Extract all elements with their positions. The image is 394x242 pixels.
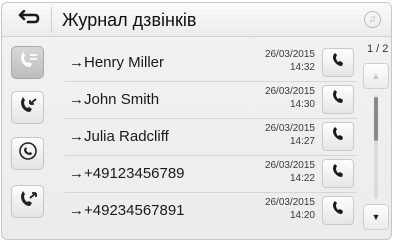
- call-list-item[interactable]: →+49123456789 26/03/2015 14:22: [65, 155, 357, 192]
- call-list-item[interactable]: →Julia Radcliff 26/03/2015 14:27: [65, 118, 357, 155]
- missed-call-icon: [18, 141, 38, 166]
- call-datetime: 26/03/2015 14:22: [264, 160, 315, 184]
- scroll-down-button[interactable]: ▼: [363, 204, 389, 230]
- filter-received-calls-button[interactable]: [11, 91, 44, 124]
- phone-icon: [332, 201, 344, 220]
- triangle-up-icon: ▲: [371, 71, 381, 81]
- call-list: →Henry Miller 26/03/2015 14:32 →John Smi…: [65, 44, 357, 234]
- call-button[interactable]: [322, 85, 354, 114]
- call-list-item[interactable]: →Henry Miller 26/03/2015 14:32: [65, 44, 357, 81]
- phone-icon: [332, 90, 344, 109]
- filter-dialed-calls-button[interactable]: [11, 185, 44, 218]
- caller-name: →Julia Radcliff: [69, 128, 169, 145]
- row-divider: [65, 155, 357, 156]
- scrollbar-thumb[interactable]: [374, 97, 378, 141]
- all-calls-icon: [18, 51, 38, 74]
- caller-name: →+49123456789: [69, 165, 185, 182]
- call-datetime: 26/03/2015 14:27: [264, 123, 315, 147]
- call-datetime: 26/03/2015 14:20: [264, 197, 315, 221]
- page-indicator: 1 / 2: [367, 43, 389, 55]
- row-divider: [65, 192, 357, 193]
- incoming-call-icon: [18, 96, 38, 119]
- filter-all-calls-button[interactable]: [11, 46, 44, 79]
- back-button[interactable]: [6, 7, 52, 33]
- phone-icon: [332, 53, 344, 72]
- scroll-up-button[interactable]: ▲: [363, 63, 389, 89]
- call-button[interactable]: [322, 159, 354, 188]
- header-bar: Журнал дзвінків ♫: [2, 3, 391, 37]
- call-list-item[interactable]: →John Smith 26/03/2015 14:30: [65, 81, 357, 118]
- call-datetime: 26/03/2015 14:32: [264, 49, 315, 73]
- page-title: Журнал дзвінків: [62, 10, 197, 30]
- call-button[interactable]: [322, 48, 354, 77]
- call-button[interactable]: [322, 196, 354, 225]
- triangle-down-icon: ▼: [371, 212, 381, 222]
- caller-name: →+49234567891: [69, 202, 185, 219]
- call-list-item[interactable]: →+49234567891 26/03/2015 14:20: [65, 192, 357, 229]
- call-log-screen: Журнал дзвінків ♫ →Henry Miller 26/03/20…: [1, 2, 392, 240]
- call-datetime: 26/03/2015 14:30: [264, 86, 315, 110]
- phone-icon: [332, 127, 344, 146]
- back-arrow-icon: [17, 9, 41, 31]
- phone-icon: [332, 164, 344, 183]
- caller-name: →Henry Miller: [69, 54, 165, 71]
- call-button[interactable]: [322, 122, 354, 151]
- filter-missed-calls-button[interactable]: [11, 137, 44, 170]
- caller-name: →John Smith: [69, 91, 160, 108]
- row-divider: [65, 118, 357, 119]
- row-divider: [65, 81, 357, 82]
- outgoing-call-icon: [18, 190, 38, 213]
- music-note-icon[interactable]: ♫: [364, 11, 381, 28]
